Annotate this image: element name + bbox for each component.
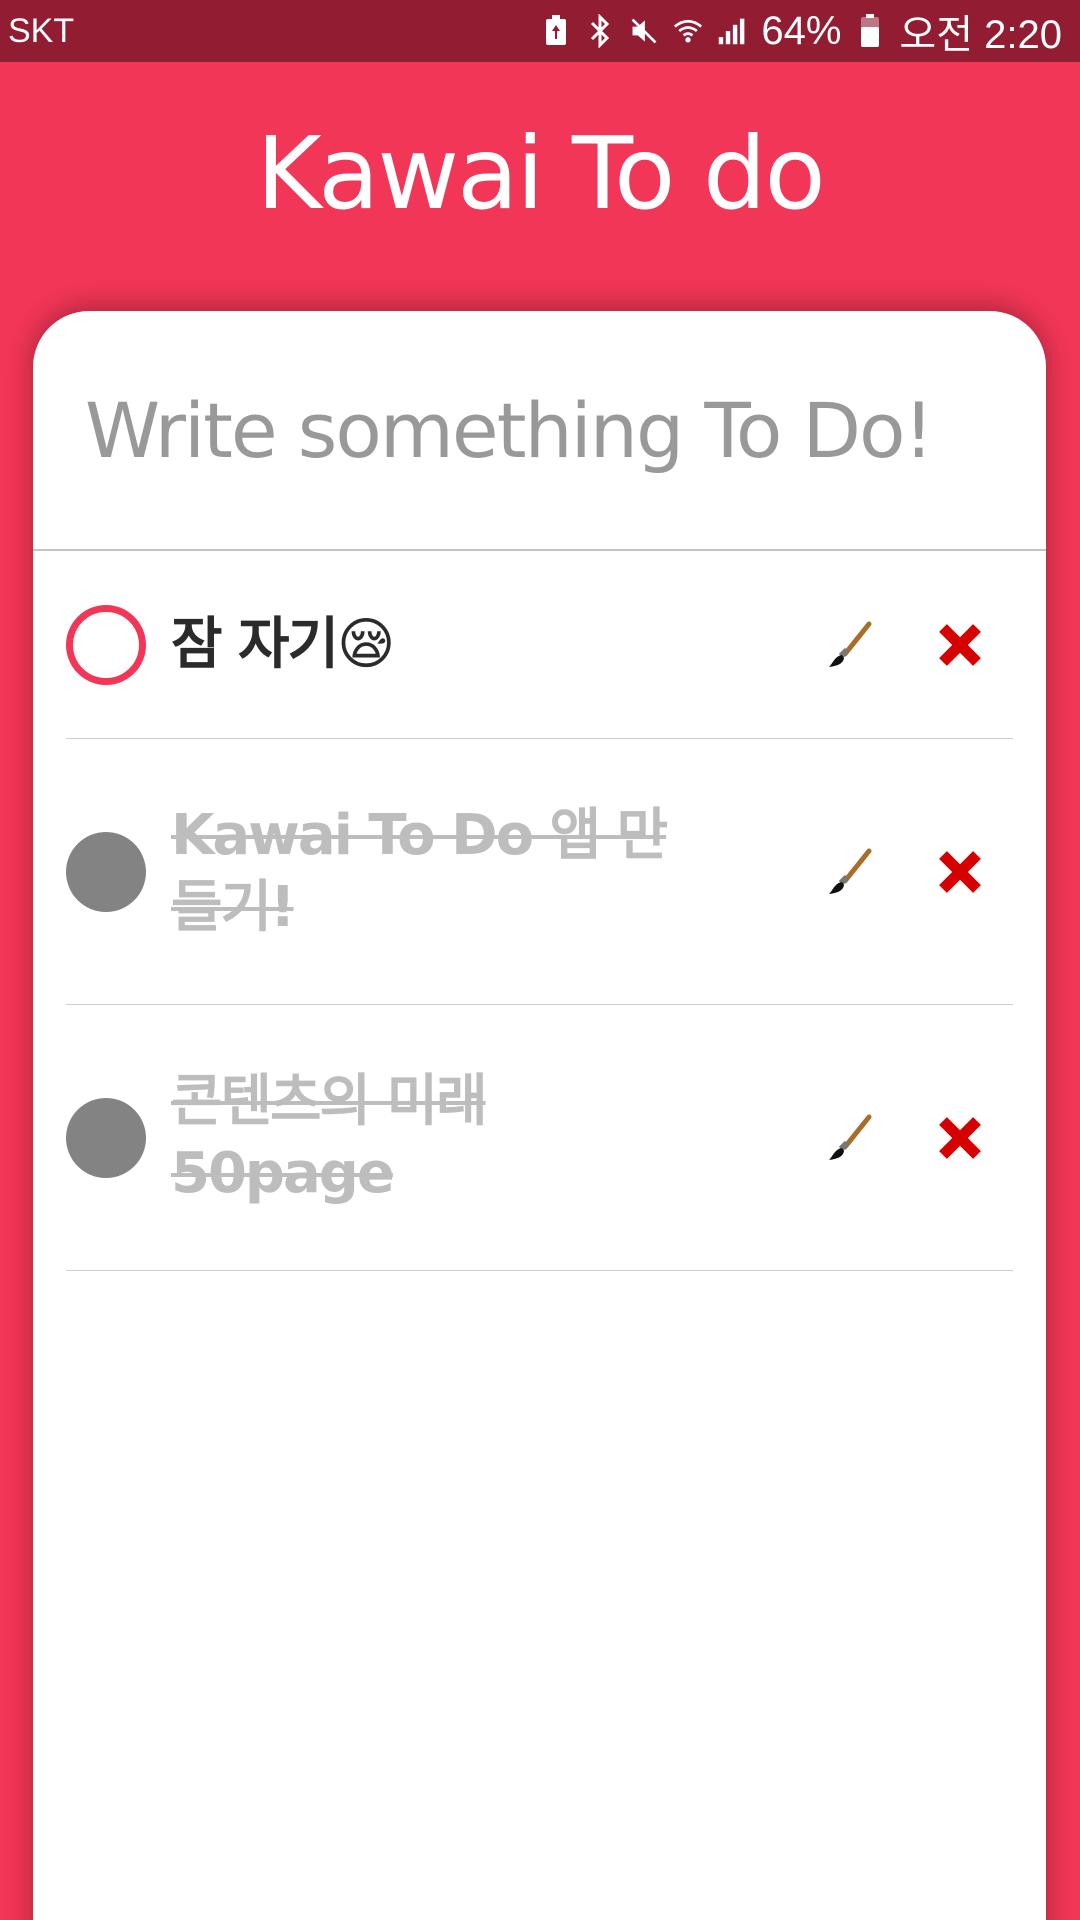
- app-title: Kawai To do: [256, 115, 825, 232]
- todo-text[interactable]: 콘텐츠의 미래 50page: [171, 1066, 691, 1210]
- checkbox-checked[interactable]: [66, 1097, 146, 1178]
- bluetooth-icon: [585, 14, 615, 48]
- todo-text[interactable]: 잠 자기😪: [171, 609, 691, 681]
- todo-item: 콘텐츠의 미래 50page: [66, 1005, 1013, 1271]
- checkbox-unchecked[interactable]: [66, 604, 146, 685]
- status-icons: 64% 오전 2:20: [541, 2, 1062, 60]
- battery-saver-icon: [541, 14, 571, 48]
- clock: 오전 2:20: [899, 13, 1062, 57]
- todo-input[interactable]: [85, 385, 1025, 475]
- paintbrush-icon[interactable]: [825, 620, 875, 670]
- battery-icon: [855, 14, 885, 48]
- input-container: [33, 311, 1046, 551]
- todo-list: 잠 자기😪 Kawai To Do 앱 만들기! 콘텐츠의 미래 50page: [33, 551, 1046, 1271]
- todo-item: Kawai To Do 앱 만들기!: [66, 739, 1013, 1005]
- todo-actions: [825, 620, 1013, 670]
- wifi-icon: [673, 14, 703, 48]
- todo-text[interactable]: Kawai To Do 앱 만들기!: [171, 800, 691, 944]
- mute-icon: [629, 14, 659, 48]
- red-x-icon[interactable]: [935, 620, 985, 670]
- todo-card: 잠 자기😪 Kawai To Do 앱 만들기!: [33, 311, 1046, 1920]
- paintbrush-icon[interactable]: [825, 847, 875, 897]
- paintbrush-icon[interactable]: [825, 1113, 875, 1163]
- checkbox-checked[interactable]: [66, 831, 146, 912]
- carrier-label: SKT: [8, 11, 75, 50]
- battery-percent: 64%: [761, 8, 842, 53]
- todo-actions: [825, 1113, 1013, 1163]
- signal-icon: [717, 14, 747, 48]
- red-x-icon[interactable]: [935, 1113, 985, 1163]
- red-x-icon[interactable]: [935, 847, 985, 897]
- todo-item: 잠 자기😪: [66, 551, 1013, 739]
- todo-actions: [825, 847, 1013, 897]
- status-bar: SKT 64% 오전 2:20: [0, 0, 1080, 62]
